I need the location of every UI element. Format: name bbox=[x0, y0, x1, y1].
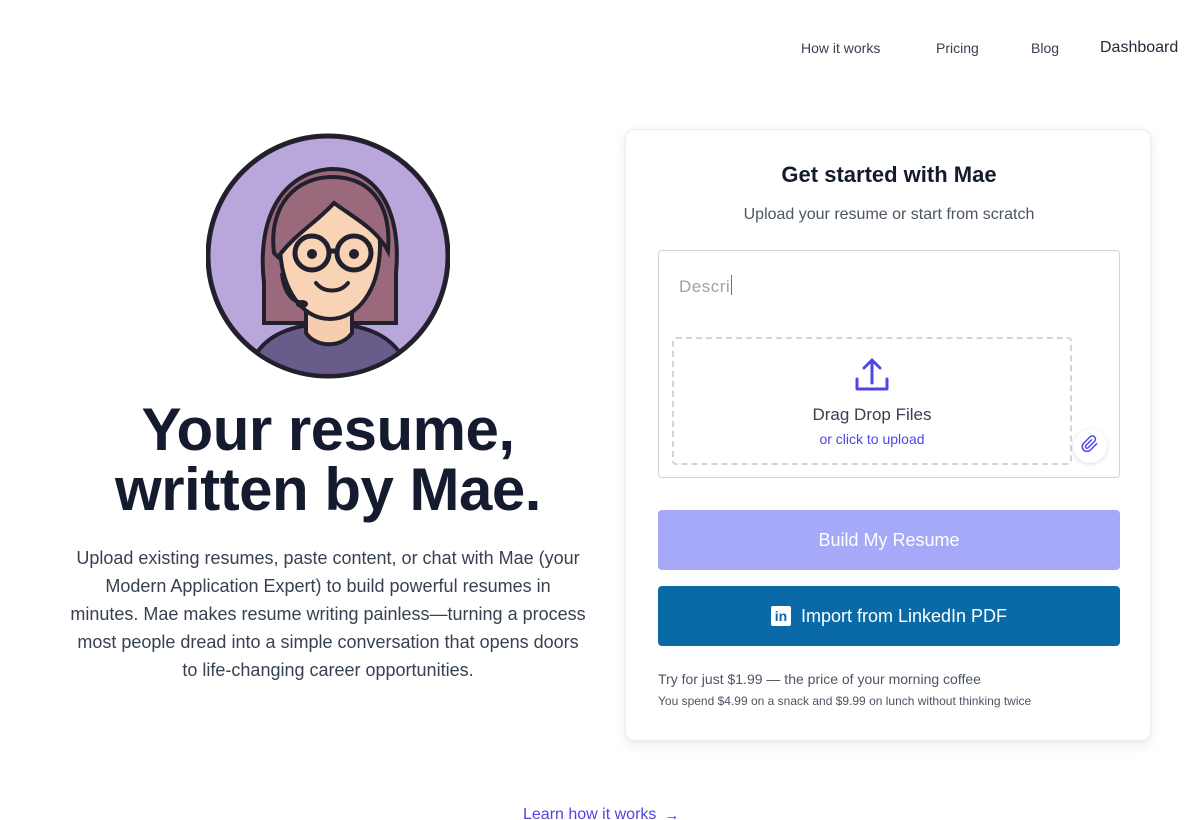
mae-avatar-icon bbox=[205, 133, 451, 381]
file-dropzone[interactable]: Drag Drop Files or click to upload bbox=[672, 337, 1072, 465]
description-input-text[interactable]: Descri bbox=[679, 275, 733, 297]
import-linkedin-label: Import from LinkedIn PDF bbox=[800, 605, 1008, 626]
dropzone-title: Drag Drop Files bbox=[812, 405, 932, 424]
top-nav: How it works Pricing Blog Dashboard bbox=[0, 0, 1200, 96]
price-line: Try for just $1.99 — the price of your m… bbox=[658, 671, 981, 687]
learn-how-it-works-link[interactable]: Learn how it works → bbox=[523, 806, 679, 820]
import-linkedin-button[interactable]: in Import from LinkedIn PDF bbox=[658, 586, 1120, 646]
dropzone-upload-link[interactable]: or click to upload bbox=[674, 431, 1070, 447]
attach-file-button[interactable] bbox=[1073, 429, 1107, 463]
upload-icon bbox=[852, 355, 892, 395]
get-started-card: Get started with Mae Upload your resume … bbox=[625, 129, 1151, 741]
card-title: Get started with Mae bbox=[781, 162, 997, 187]
text-caret bbox=[731, 275, 733, 295]
nav-pricing[interactable]: Pricing bbox=[936, 40, 979, 56]
build-my-resume-button[interactable]: Build My Resume bbox=[658, 510, 1120, 570]
price-subline: You spend $4.99 on a snack and $9.99 on … bbox=[658, 694, 1032, 708]
paperclip-icon bbox=[1081, 434, 1099, 458]
arrow-right-icon: → bbox=[664, 806, 680, 820]
page: How it works Pricing Blog Dashboard Your… bbox=[0, 0, 1200, 820]
card-subtitle: Upload your resume or start from scratch bbox=[743, 206, 1035, 223]
hero-description: Upload existing resumes, paste content, … bbox=[70, 548, 586, 680]
nav-how-it-works[interactable]: How it works bbox=[801, 40, 880, 56]
learn-link-label: Learn how it works bbox=[523, 806, 657, 820]
description-input[interactable]: Descri Drag Drop Files or click to uploa… bbox=[658, 250, 1120, 478]
hero-title-line1: Your resume, bbox=[141, 396, 515, 463]
hero-title: Your resume, written by Mae. bbox=[40, 400, 616, 520]
nav-dashboard[interactable]: Dashboard bbox=[1100, 39, 1178, 57]
hero-title-line2: written by Mae. bbox=[115, 456, 541, 523]
nav-blog[interactable]: Blog bbox=[1031, 40, 1059, 56]
linkedin-icon: in bbox=[770, 606, 791, 626]
